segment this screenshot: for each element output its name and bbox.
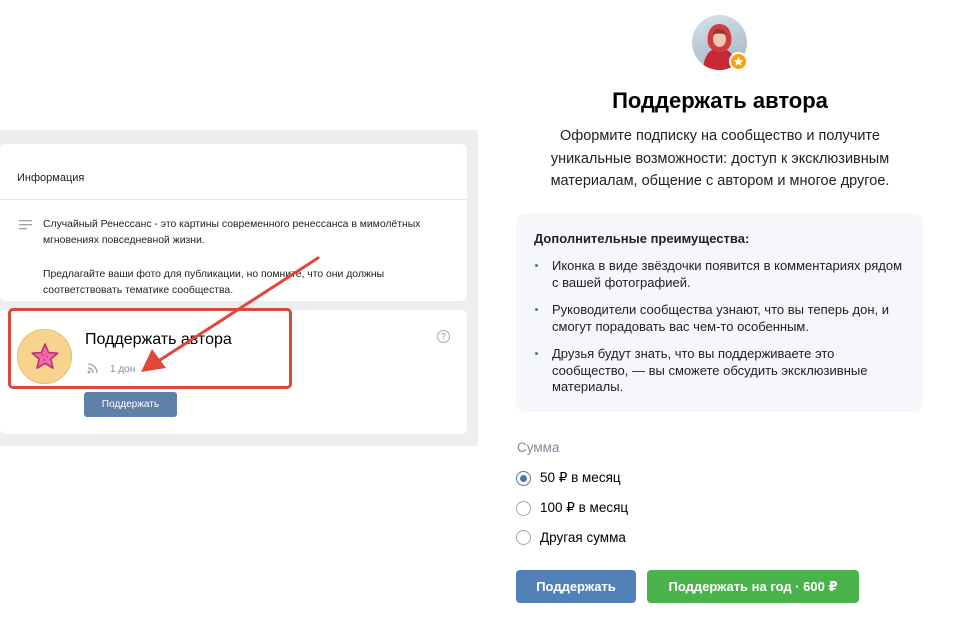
- panel-title: Поддержать автора: [612, 88, 828, 113]
- benefits-title: Дополнительные преимущества:: [534, 231, 750, 246]
- info-card-title: Информация: [17, 172, 85, 184]
- star-badge-icon: [729, 52, 748, 71]
- radio-button[interactable]: [516, 529, 531, 545]
- benefits-box: Дополнительные преимущества: Иконка в ви…: [516, 213, 923, 412]
- info-description: Случайный Ренессанс - это картины соврем…: [43, 219, 421, 246]
- lines-icon: [19, 220, 32, 230]
- option-label: 50 ₽ в месяц: [540, 470, 621, 485]
- benefit-item: Друзья будут знать, что вы поддерживаете…: [534, 346, 905, 396]
- option-other[interactable]: Другая сумма: [516, 528, 626, 546]
- help-icon[interactable]: ?: [437, 330, 450, 343]
- sum-label: Сумма: [517, 440, 560, 455]
- support-button[interactable]: Поддержать: [516, 570, 636, 603]
- community-screenshot: Информация Случайный Ренессанс - это кар…: [0, 130, 478, 446]
- option-label: Другая сумма: [540, 529, 626, 545]
- info-note: Предлагайте ваши фото для публикации, но…: [43, 269, 385, 296]
- info-text: Случайный Ренессанс - это картины соврем…: [43, 217, 423, 317]
- benefit-item: Иконка в виде звёздочки появится в комме…: [534, 258, 905, 291]
- radio-button[interactable]: [516, 470, 531, 486]
- support-year-button[interactable]: Поддержать на год · 600 ₽: [647, 570, 859, 603]
- info-card: Информация Случайный Ренессанс - это кар…: [0, 144, 467, 301]
- benefit-item: Руководители сообщества узнают, что вы т…: [534, 302, 905, 335]
- option-100[interactable]: 100 ₽ в месяц: [516, 499, 628, 517]
- option-label: 100 ₽ в месяц: [540, 500, 629, 515]
- don-support-button[interactable]: Поддержать: [84, 392, 177, 417]
- radio-button[interactable]: [516, 500, 531, 516]
- divider: [0, 199, 467, 200]
- panel-description: Оформите подписку на сообщество и получи…: [550, 128, 890, 189]
- benefits-list: Иконка в виде звёздочки появится в комме…: [534, 258, 905, 396]
- annotation-highlight-box: [8, 308, 292, 389]
- option-50[interactable]: 50 ₽ в месяц: [516, 469, 621, 487]
